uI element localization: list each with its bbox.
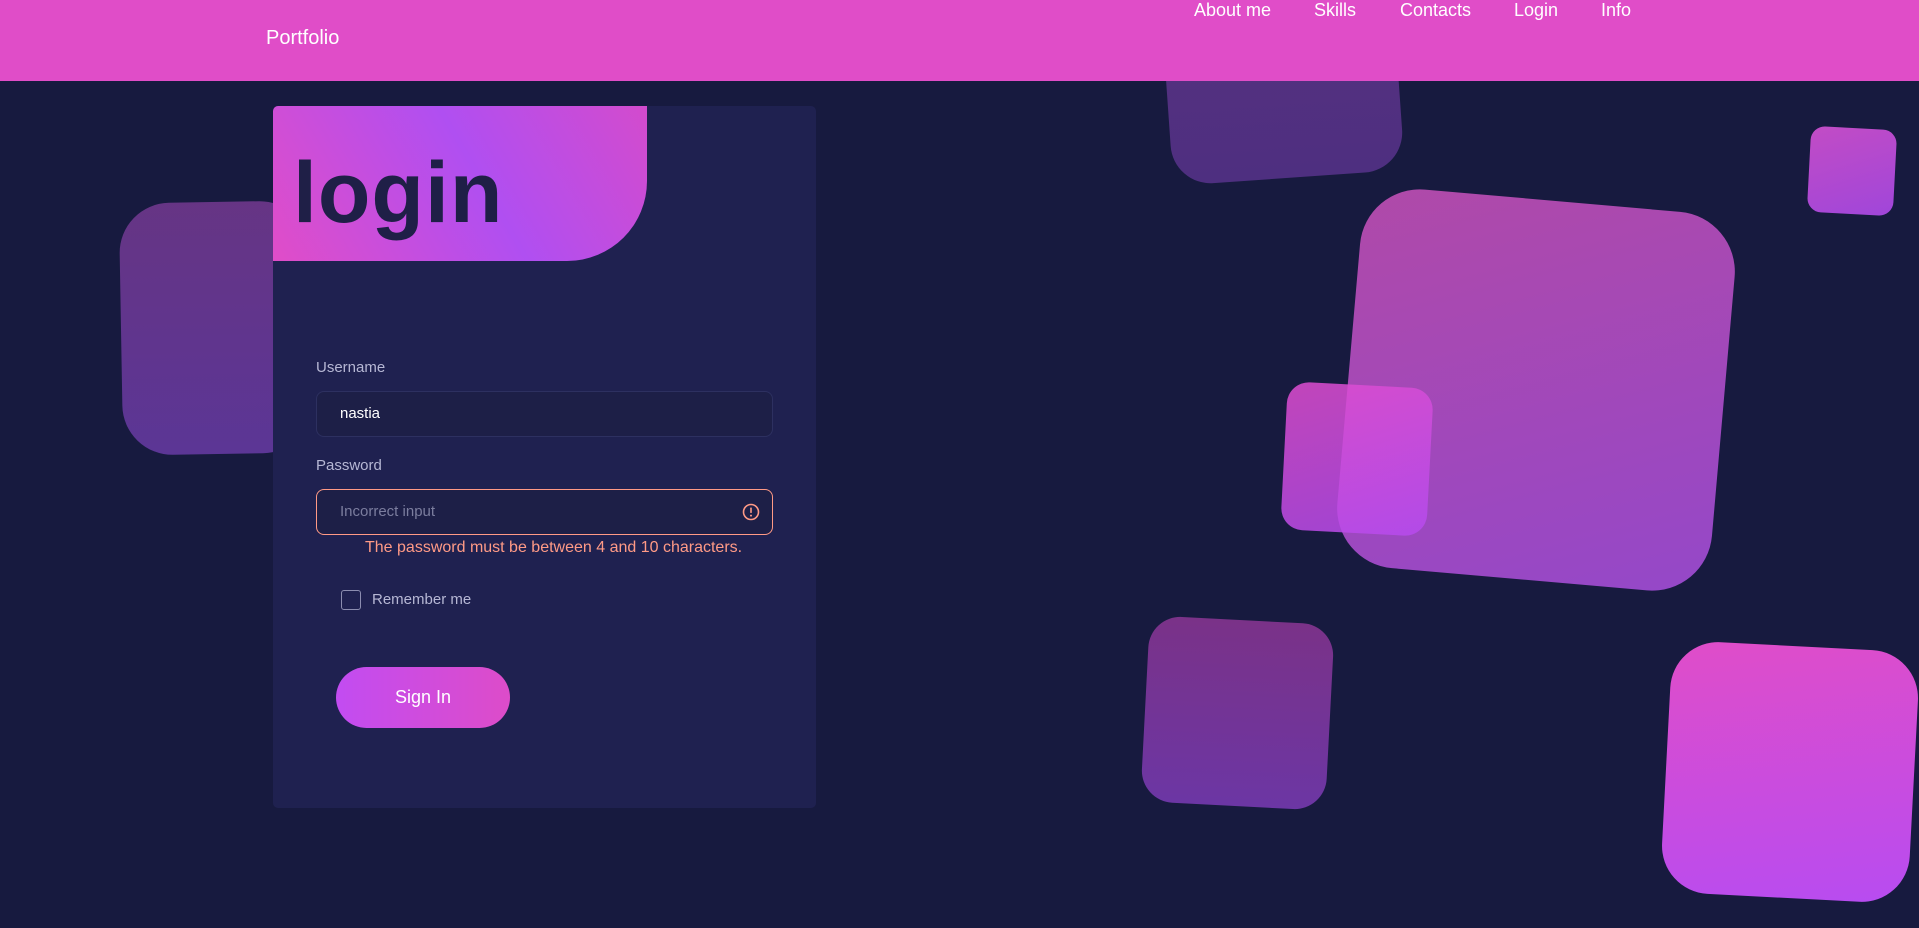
remember-me-checkbox[interactable] (341, 590, 361, 610)
sign-in-button[interactable]: Sign In (336, 667, 510, 728)
decorative-square (1280, 381, 1434, 537)
page-title: login (293, 145, 504, 241)
decorative-square (1806, 125, 1898, 217)
nav-item-info[interactable]: Info (1601, 0, 1631, 21)
password-label: Password (316, 457, 382, 474)
nav-item-skills[interactable]: Skills (1314, 0, 1356, 21)
password-error-message: The password must be between 4 and 10 ch… (365, 539, 743, 556)
password-field[interactable]: Incorrect input (316, 489, 773, 535)
username-value: nastia (340, 405, 381, 422)
brand-link[interactable]: Portfolio (266, 27, 339, 50)
remember-me-label[interactable]: Remember me (372, 591, 471, 608)
login-card: login Username nastia Password Incorrect… (273, 106, 816, 808)
nav-item-login[interactable]: Login (1514, 0, 1558, 21)
decorative-square (1659, 639, 1919, 905)
top-nav-bar: Portfolio About me Skills Contacts Login… (0, 0, 1919, 81)
decorative-square (1140, 615, 1335, 811)
alert-circle-icon (742, 503, 760, 521)
nav-item-about-me[interactable]: About me (1194, 0, 1271, 21)
nav-item-contacts[interactable]: Contacts (1400, 0, 1471, 21)
username-field[interactable]: nastia (316, 391, 773, 437)
login-banner: login (273, 106, 647, 261)
password-placeholder: Incorrect input (340, 503, 436, 520)
username-label: Username (316, 359, 386, 376)
